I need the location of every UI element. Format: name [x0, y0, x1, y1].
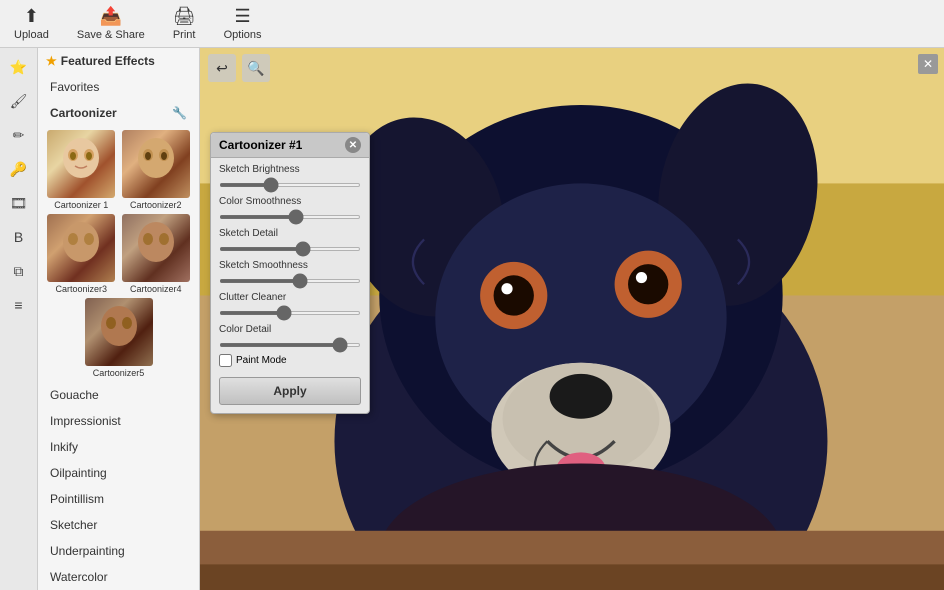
upload-icon: ⬆	[24, 6, 39, 27]
zoom-button[interactable]: 🔍	[242, 54, 270, 82]
thumb-cartoonizer1[interactable]: Cartoonizer 1	[46, 130, 117, 210]
clutter-cleaner-row: Clutter Cleaner	[211, 286, 369, 318]
apply-label: Apply	[273, 384, 306, 398]
watercolor-item[interactable]: Watercolor	[38, 564, 199, 590]
color-smoothness-label: Color Smoothness	[219, 196, 361, 207]
dialog-close-button[interactable]: ✕	[345, 137, 361, 153]
undo-button[interactable]: ↩	[208, 54, 236, 82]
pen-tool-button[interactable]: ✏	[4, 120, 34, 150]
sidebar: ⭐ 🖌 ✏ 🔑 🎞 B ⧉ ≡ ★ Featured Effects Favor…	[0, 48, 200, 590]
close-icon: ✕	[923, 57, 933, 71]
color-detail-row: Color Detail	[211, 318, 369, 350]
wrench-icon: 🔧	[172, 106, 187, 120]
featured-label: Featured Effects	[61, 54, 155, 68]
thumb-label: Cartoonizer3	[55, 284, 107, 294]
dialog-close-icon: ✕	[349, 140, 357, 151]
thumb-label: Cartoonizer4	[130, 284, 182, 294]
color-detail-slider[interactable]	[219, 343, 361, 347]
pointillism-item[interactable]: Pointillism	[38, 486, 199, 512]
color-smoothness-row: Color Smoothness	[211, 190, 369, 222]
sketch-smoothness-slider[interactable]	[219, 279, 361, 283]
clutter-cleaner-label: Clutter Cleaner	[219, 292, 361, 303]
star-icon: ★	[46, 54, 57, 68]
sketch-smoothness-row: Sketch Smoothness	[211, 254, 369, 286]
lines-button[interactable]: ≡	[4, 290, 34, 320]
canvas-area: ↩ 🔍 ✕ Cartoonizer #1 ✕ Sketch Brightness	[200, 48, 944, 590]
sketch-brightness-slider[interactable]	[219, 183, 361, 187]
options-label: Options	[224, 29, 262, 41]
print-button[interactable]: 🖨 Print	[167, 4, 202, 43]
oilpainting-item[interactable]: Oilpainting	[38, 460, 199, 486]
options-button[interactable]: ☰ Options	[218, 4, 268, 43]
canvas-controls: ↩ 🔍	[208, 54, 270, 82]
impressionist-item[interactable]: Impressionist	[38, 408, 199, 434]
b-filter-button[interactable]: B	[4, 222, 34, 252]
thumb-label: Cartoonizer5	[93, 368, 145, 378]
sketcher-item[interactable]: Sketcher	[38, 512, 199, 538]
main-area: ⭐ 🖌 ✏ 🔑 🎞 B ⧉ ≡ ★ Featured Effects Favor…	[0, 48, 944, 590]
clutter-cleaner-slider[interactable]	[219, 311, 361, 315]
thumb-cartoonizer5-wrapper: Cartoonizer5	[38, 298, 199, 382]
cartoonizer-dialog: Cartoonizer #1 ✕ Sketch Brightness Color…	[210, 132, 370, 414]
sketch-brightness-row: Sketch Brightness	[211, 158, 369, 190]
brush-tool-button[interactable]: 🖌	[4, 86, 34, 116]
thumb-label: Cartoonizer 1	[54, 200, 108, 210]
sketch-detail-row: Sketch Detail	[211, 222, 369, 254]
favorites-item[interactable]: Favorites	[38, 74, 199, 100]
sidebar-content: ★ Featured Effects Favorites Cartoonizer…	[38, 48, 199, 590]
layers-button[interactable]: ⧉	[4, 256, 34, 286]
paint-mode-row: Paint Mode	[211, 350, 369, 371]
cartoonizer-category[interactable]: Cartoonizer 🔧	[38, 100, 199, 126]
toolbar: ⬆ Upload 📤 Save & Share 🖨 Print ☰ Option…	[0, 0, 944, 48]
save-label: Save & Share	[77, 29, 145, 41]
effects-tool-button[interactable]: ⭐	[4, 52, 34, 82]
print-icon: 🖨	[173, 6, 196, 27]
save-icon: 📤	[100, 6, 122, 27]
thumb-cartoonizer2[interactable]: Cartoonizer2	[121, 130, 192, 210]
print-label: Print	[173, 29, 196, 41]
tools-panel: ⭐ 🖌 ✏ 🔑 🎞 B ⧉ ≡	[0, 48, 38, 590]
sketch-detail-label: Sketch Detail	[219, 228, 361, 239]
thumb-cartoonizer4[interactable]: Cartoonizer4	[121, 214, 192, 294]
inkify-item[interactable]: Inkify	[38, 434, 199, 460]
color-smoothness-slider[interactable]	[219, 215, 361, 219]
close-canvas-button[interactable]: ✕	[918, 54, 938, 74]
paint-mode-label: Paint Mode	[236, 355, 287, 366]
thumb-cartoonizer3[interactable]: Cartoonizer3	[46, 214, 117, 294]
dialog-title: Cartoonizer #1	[219, 138, 302, 152]
gouache-item[interactable]: Gouache	[38, 382, 199, 408]
featured-effects-header[interactable]: ★ Featured Effects	[38, 48, 199, 74]
thumbnails-grid: Cartoonizer 1 Cartoonizer2	[38, 126, 199, 298]
upload-label: Upload	[14, 29, 49, 41]
paint-mode-checkbox[interactable]	[219, 354, 232, 367]
zoom-icon: 🔍	[247, 60, 264, 77]
underpainting-item[interactable]: Underpainting	[38, 538, 199, 564]
apply-button[interactable]: Apply	[219, 377, 361, 405]
film-tool-button[interactable]: 🎞	[4, 188, 34, 218]
color-detail-label: Color Detail	[219, 324, 361, 335]
upload-button[interactable]: ⬆ Upload	[8, 4, 55, 43]
thumb-cartoonizer5[interactable]: Cartoonizer5	[46, 298, 191, 378]
sketch-detail-slider[interactable]	[219, 247, 361, 251]
sketch-brightness-label: Sketch Brightness	[219, 164, 361, 175]
thumb-label: Cartoonizer2	[130, 200, 182, 210]
undo-icon: ↩	[216, 60, 228, 77]
sketch-smoothness-label: Sketch Smoothness	[219, 260, 361, 271]
dialog-header: Cartoonizer #1 ✕	[211, 133, 369, 158]
save-share-button[interactable]: 📤 Save & Share	[71, 4, 151, 43]
options-icon: ☰	[234, 6, 250, 27]
key-tool-button[interactable]: 🔑	[4, 154, 34, 184]
